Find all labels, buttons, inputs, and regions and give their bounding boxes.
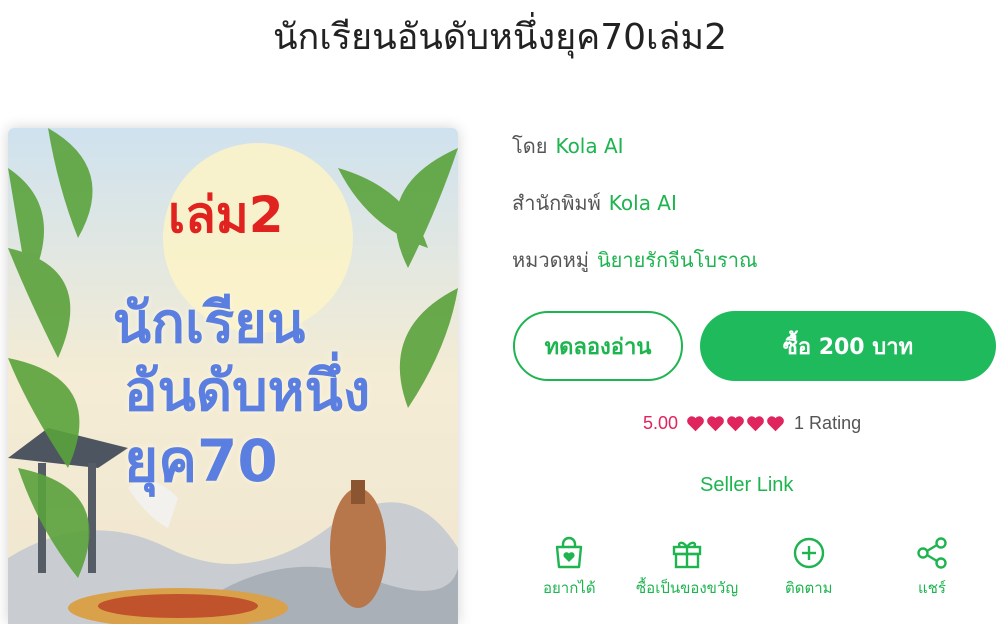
publisher-label: สำนักพิมพ์ [512,191,601,215]
book-title: นักเรียนอันดับหนึ่งยุค70เล่ม2 [272,17,728,58]
rating-score: 5.00 [643,413,679,433]
category-label: หมวดหมู่ [512,248,589,272]
rating-row: 5.00 1 Rating [643,413,861,434]
buy-button[interactable]: ซื้อ 200 บาท [700,311,996,381]
plus-circle-icon [793,537,824,569]
author-link[interactable]: Kola AI [555,134,623,158]
follow-action[interactable]: ติดตาม [785,536,833,600]
gift-label: ซื้อเป็นของขวัญ [636,579,739,597]
trial-read-button[interactable]: ทดลองอ่าน [513,311,683,381]
share-action[interactable]: แชร์ [915,536,949,600]
heart-icon [747,416,764,432]
rating-count: 1 Rating [794,413,862,433]
heart-icon [687,416,704,432]
share-icon [917,537,947,569]
category-link[interactable]: นิยายรักจีนโบราณ [597,248,758,272]
publisher-row: สำนักพิมพ์ Kola AI [512,187,677,219]
author-row: โดย Kola AI [512,130,624,162]
category-row: หมวดหมู่ นิยายรักจีนโบราณ [512,244,758,276]
cover-volume-text: เล่ม2 [168,186,284,244]
share-label: แชร์ [918,579,946,597]
seller-link[interactable]: Seller Link [700,474,793,497]
heart-icon [767,416,784,432]
follow-label: ติดตาม [785,579,833,597]
heart-icon [727,416,744,432]
book-cover[interactable]: เล่ม2 นักเรียน อันดับหนึ่ง ยุค70 [8,128,458,624]
gift-icon [672,541,702,569]
gift-action[interactable]: ซื้อเป็นของขวัญ [636,536,738,600]
shopping-bag-heart-icon [556,536,583,569]
wishlist-action[interactable]: อยากได้ [543,536,596,600]
author-label: โดย [512,134,548,158]
cover-title-line3: ยุค70 [124,427,278,495]
rating-hearts [686,415,786,432]
publisher-link[interactable]: Kola AI [609,191,677,215]
heart-icon [707,416,724,432]
wishlist-label: อยากได้ [543,579,596,597]
